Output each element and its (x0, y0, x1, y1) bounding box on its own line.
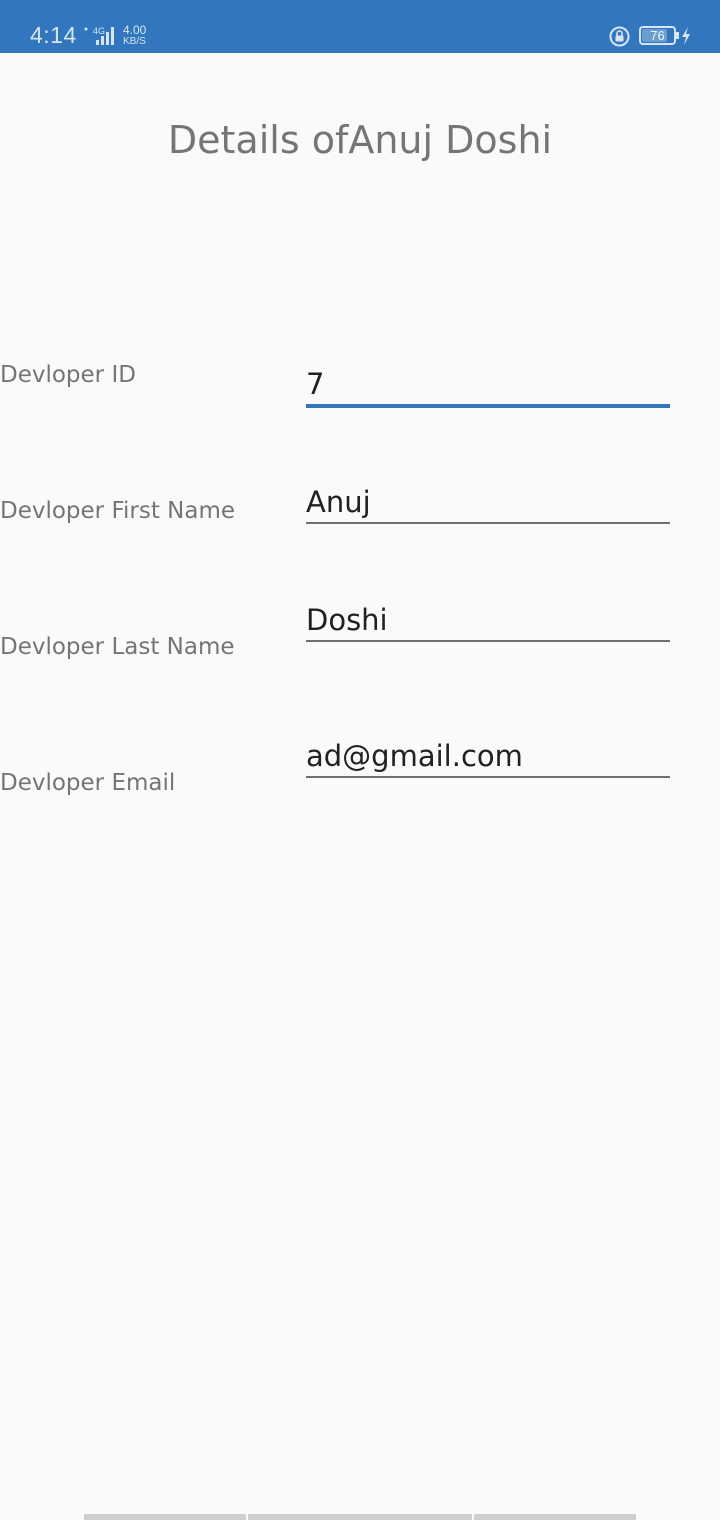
last-name-underline (306, 640, 670, 642)
developer-id-underline (306, 404, 670, 408)
email-underline (306, 776, 670, 778)
network-type: 4G (93, 26, 106, 36)
network-speed: 4.00 KB/S (123, 23, 147, 47)
status-bar: 4:14 4G 4.00 KB/S 76 (0, 0, 720, 53)
email-input[interactable] (306, 736, 670, 776)
first-name-label: Devloper First Name (0, 498, 236, 524)
last-name-field[interactable] (306, 600, 670, 642)
nav-hint-left[interactable] (84, 1514, 246, 1520)
developer-id-field[interactable] (306, 364, 670, 408)
nav-hint-right[interactable] (474, 1514, 636, 1520)
network-speed-value: 4.00 (123, 23, 147, 37)
status-time: 4:14 (30, 22, 77, 48)
email-field[interactable] (306, 736, 670, 778)
nav-hint-center[interactable] (248, 1514, 472, 1520)
charging-bolt-icon (682, 27, 690, 45)
battery-tip (676, 32, 679, 39)
first-name-field[interactable] (306, 482, 670, 524)
last-name-label: Devloper Last Name (0, 634, 235, 660)
battery-icon: 76 (639, 26, 676, 45)
app-screen: 4:14 4G 4.00 KB/S 76 Details ofAnuj Dosh… (0, 0, 720, 1520)
page-title: Details ofAnuj Doshi (167, 118, 553, 162)
last-name-input[interactable] (306, 600, 670, 640)
lock-rotation-icon (609, 26, 630, 47)
first-name-underline (306, 522, 670, 524)
developer-id-label: Devloper ID (0, 362, 136, 388)
developer-id-input[interactable] (306, 364, 670, 404)
first-name-input[interactable] (306, 482, 670, 522)
battery-level: 76 (650, 28, 665, 43)
email-label: Devloper Email (0, 770, 176, 796)
network-speed-unit: KB/S (123, 36, 146, 47)
